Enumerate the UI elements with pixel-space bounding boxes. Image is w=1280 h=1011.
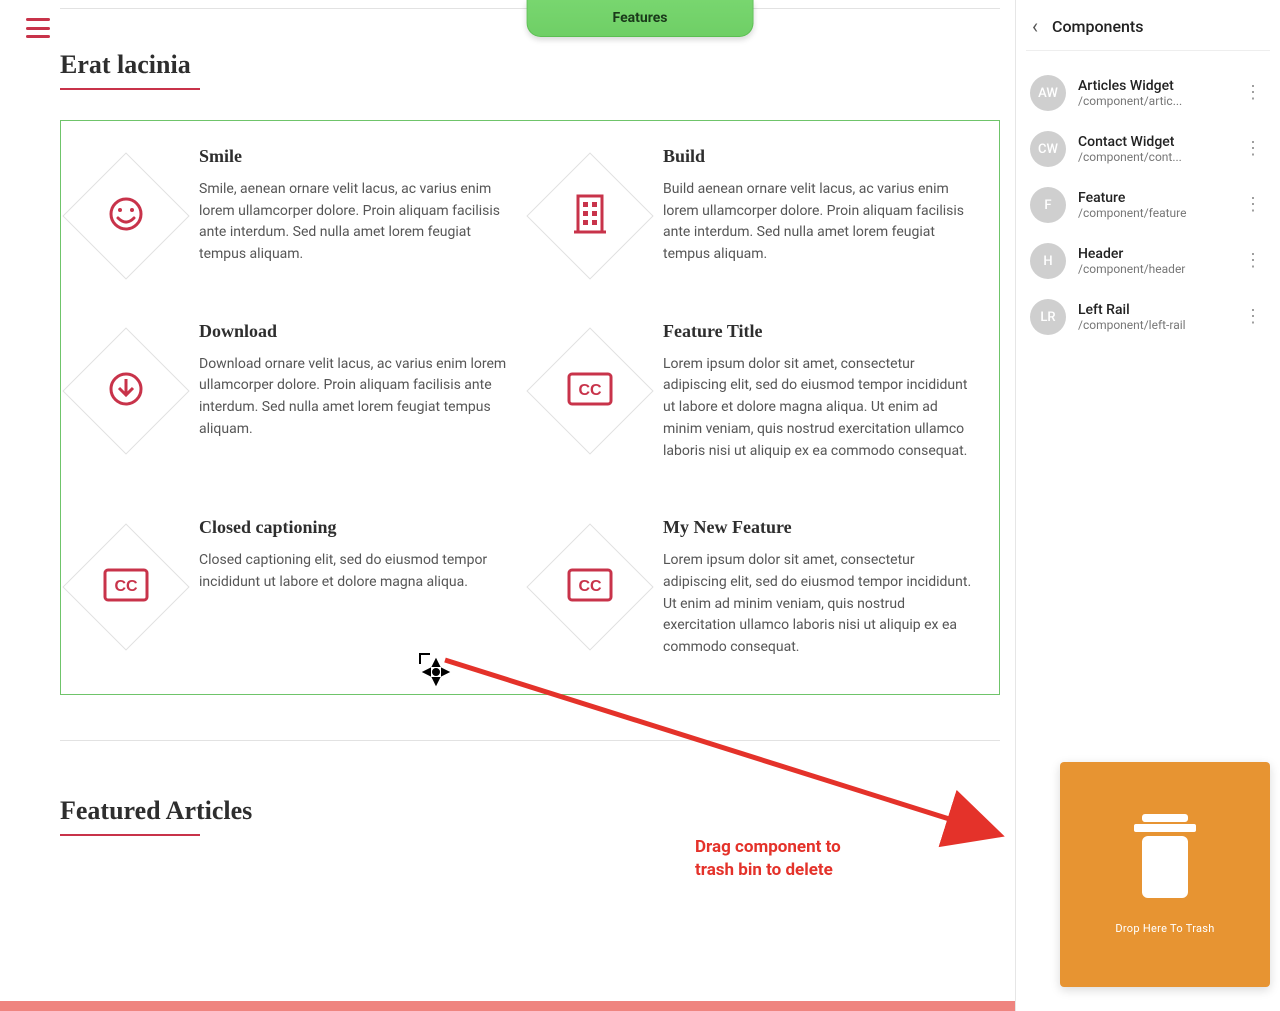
feature-icon-frame — [526, 152, 653, 279]
feature-body: Build aenean ornare velit lacus, ac vari… — [663, 179, 979, 266]
component-item[interactable]: AW Articles Widget /component/artic... ⋮ — [1026, 65, 1270, 121]
feature-item[interactable]: CC Feature Title Lorem ipsum dolor sit a… — [545, 321, 979, 462]
building-icon — [570, 192, 610, 240]
placeholder-text — [60, 866, 1000, 884]
feature-icon-frame — [62, 327, 189, 454]
bottom-band — [0, 1001, 1015, 1011]
features-dropzone[interactable]: Smile Smile, aenean ornare velit lacus, … — [60, 120, 1000, 695]
feature-item[interactable]: CC Closed captioning Closed captioning e… — [81, 517, 515, 658]
component-labels: Articles Widget /component/artic... — [1078, 78, 1228, 108]
component-name: Left Rail — [1078, 302, 1228, 318]
component-avatar: H — [1030, 243, 1066, 279]
feature-title: Build — [663, 146, 979, 167]
feature-text: Closed captioning Closed captioning elit… — [199, 517, 515, 593]
kebab-icon[interactable]: ⋮ — [1240, 307, 1266, 327]
feature-item[interactable]: Smile Smile, aenean ornare velit lacus, … — [81, 146, 515, 266]
feature-title: Feature Title — [663, 321, 979, 342]
svg-text:CC: CC — [578, 578, 602, 595]
cc-icon: CC — [567, 568, 613, 606]
feature-item[interactable]: CC My New Feature Lorem ipsum dolor sit … — [545, 517, 979, 658]
feature-title: Smile — [199, 146, 515, 167]
feature-text: Feature Title Lorem ipsum dolor sit amet… — [663, 321, 979, 462]
component-labels: Header /component/header — [1078, 246, 1228, 276]
component-item[interactable]: F Feature /component/feature ⋮ — [1026, 177, 1270, 233]
section-pill[interactable]: Features — [527, 0, 754, 37]
feature-body: Smile, aenean ornare velit lacus, ac var… — [199, 179, 515, 266]
component-avatar: AW — [1030, 75, 1066, 111]
feature-body: Closed captioning elit, sed do eiusmod t… — [199, 550, 515, 593]
feature-text: Smile Smile, aenean ornare velit lacus, … — [199, 146, 515, 266]
component-path: /component/left-rail — [1078, 318, 1228, 332]
kebab-icon[interactable]: ⋮ — [1240, 139, 1266, 159]
component-avatar: F — [1030, 187, 1066, 223]
feature-item[interactable]: Download Download ornare velit lacus, ac… — [81, 321, 515, 462]
feature-title: Closed captioning — [199, 517, 515, 538]
component-labels: Feature /component/feature — [1078, 190, 1228, 220]
feature-body: Lorem ipsum dolor sit amet, consectetur … — [663, 354, 979, 462]
back-chevron-icon[interactable]: ‹ — [1032, 14, 1038, 38]
kebab-icon[interactable]: ⋮ — [1240, 83, 1266, 103]
feature-text: Build Build aenean ornare velit lacus, a… — [663, 146, 979, 266]
sidebar-title: Components — [1052, 17, 1143, 36]
component-avatar: CW — [1030, 131, 1066, 167]
component-avatar: LR — [1030, 299, 1066, 335]
section-separator — [60, 740, 1000, 741]
component-name: Contact Widget — [1078, 134, 1228, 150]
feature-item[interactable]: Build Build aenean ornare velit lacus, a… — [545, 146, 979, 266]
component-list: AW Articles Widget /component/artic... ⋮… — [1026, 51, 1270, 345]
feature-icon-frame: CC — [526, 524, 653, 651]
svg-text:CC: CC — [114, 578, 138, 595]
trash-dropzone[interactable]: Drop Here To Trash — [1060, 762, 1270, 987]
cc-icon: CC — [567, 372, 613, 410]
feature-text: My New Feature Lorem ipsum dolor sit ame… — [663, 517, 979, 658]
annotation-text: Drag component to trash bin to delete — [695, 836, 841, 882]
kebab-icon[interactable]: ⋮ — [1240, 195, 1266, 215]
title-underline — [60, 88, 200, 90]
component-path: /component/cont... — [1078, 150, 1228, 164]
svg-text:CC: CC — [578, 382, 602, 399]
component-path: /component/header — [1078, 262, 1228, 276]
featured-articles-title: Featured Articles — [60, 796, 1000, 826]
trash-label: Drop Here To Trash — [1115, 922, 1214, 935]
sidebar-header: ‹ Components — [1026, 12, 1270, 51]
hamburger-menu-icon[interactable] — [26, 18, 50, 38]
feature-text: Download Download ornare velit lacus, ac… — [199, 321, 515, 441]
download-icon — [106, 369, 146, 413]
component-name: Feature — [1078, 190, 1228, 206]
component-item[interactable]: CW Contact Widget /component/cont... ⋮ — [1026, 121, 1270, 177]
cc-icon: CC — [103, 568, 149, 606]
component-name: Header — [1078, 246, 1228, 262]
smile-icon — [106, 194, 146, 238]
feature-icon-frame — [62, 152, 189, 279]
kebab-icon[interactable]: ⋮ — [1240, 251, 1266, 271]
title-underline — [60, 834, 200, 836]
feature-body: Lorem ipsum dolor sit amet, consectetur … — [663, 550, 979, 658]
component-path: /component/feature — [1078, 206, 1228, 220]
section-title: Erat lacinia — [60, 50, 1000, 80]
feature-title: My New Feature — [663, 517, 979, 538]
component-name: Articles Widget — [1078, 78, 1228, 94]
main-canvas: Erat lacinia Smile Smile, aenean ornare … — [60, 50, 1000, 884]
feature-body: Download ornare velit lacus, ac varius e… — [199, 354, 515, 441]
component-item[interactable]: H Header /component/header ⋮ — [1026, 233, 1270, 289]
feature-title: Download — [199, 321, 515, 342]
component-labels: Left Rail /component/left-rail — [1078, 302, 1228, 332]
feature-icon-frame: CC — [62, 524, 189, 651]
component-item[interactable]: LR Left Rail /component/left-rail ⋮ — [1026, 289, 1270, 345]
component-path: /component/artic... — [1078, 94, 1228, 108]
feature-icon-frame: CC — [526, 327, 653, 454]
component-labels: Contact Widget /component/cont... — [1078, 134, 1228, 164]
trash-icon — [1126, 814, 1204, 904]
